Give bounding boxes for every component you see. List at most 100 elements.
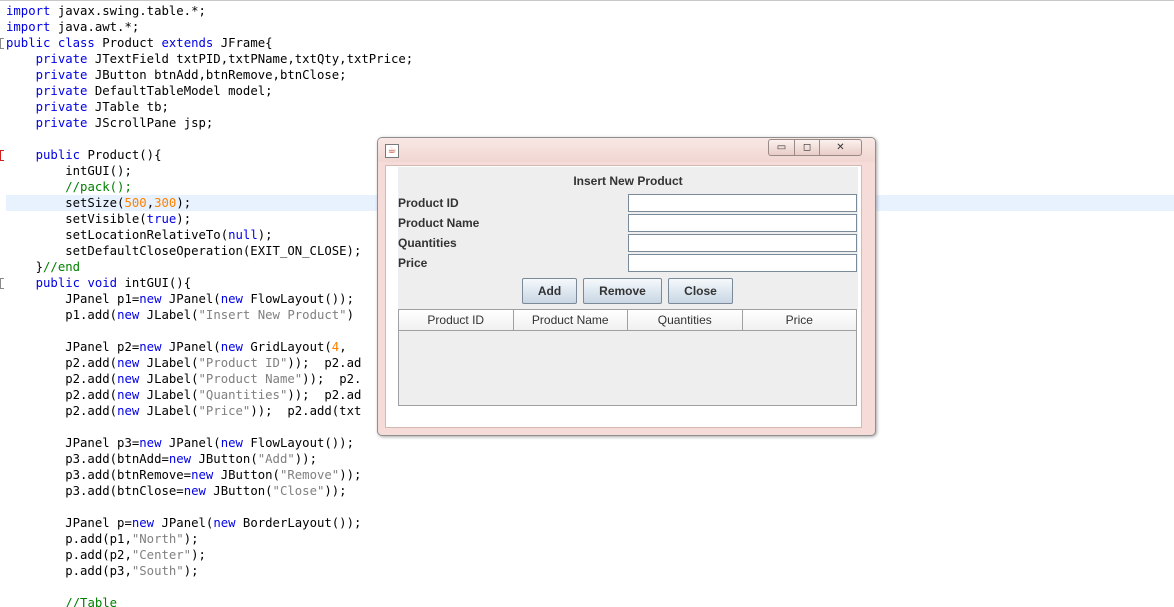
column-header-product-name[interactable]: Product Name [514, 310, 628, 330]
product-window[interactable]: ☕ ▭ ◻ ✕ Insert New Product Product ID Pr… [377, 137, 876, 436]
code-token: JButton( [191, 452, 258, 466]
code-line[interactable]: JPanel p3=new JPanel(new FlowLayout()); [6, 435, 1174, 451]
minimize-button[interactable]: ▭ [768, 139, 795, 156]
code-line[interactable]: import javax.swing.table.*; [6, 3, 1174, 19]
close-button[interactable]: Close [668, 278, 733, 304]
code-token: JLabel( [139, 356, 199, 370]
window-content: Insert New Product Product ID Product Na… [385, 165, 862, 428]
code-token: )); [324, 484, 347, 498]
code-token: "Center" [131, 548, 192, 562]
code-line[interactable]: public class Product extends JFrame{ [6, 35, 1174, 51]
code-token: new [220, 436, 243, 450]
code-token: JTable tb; [87, 100, 169, 114]
code-token: new [139, 292, 162, 306]
code-token: new [139, 436, 162, 450]
add-button[interactable]: Add [522, 278, 577, 304]
column-header-price[interactable]: Price [743, 310, 857, 330]
code-token: JPanel p= [6, 516, 132, 530]
code-token: JLabel( [139, 388, 199, 402]
code-token: JPanel( [161, 292, 221, 306]
code-token: JButton btnAdd,btnRemove,btnClose; [87, 68, 347, 82]
code-token: p3.add(btnAdd= [6, 452, 169, 466]
code-token: p.add(p2, [6, 548, 132, 562]
fold-marker-intgui[interactable] [0, 278, 4, 289]
maximize-icon: ◻ [802, 142, 812, 153]
code-line[interactable]: p3.add(btnAdd=new JButton("Add")); [6, 451, 1174, 467]
code-token: p.add(p1, [6, 532, 132, 546]
fold-marker-class[interactable] [0, 38, 4, 49]
price-field[interactable] [628, 254, 857, 272]
fold-marker-constructor[interactable] [0, 150, 4, 161]
quantities-label: Quantities [398, 236, 457, 250]
code-token: p.add(p3, [6, 564, 132, 578]
code-line[interactable]: private DefaultTableModel model; [6, 83, 1174, 99]
code-token: "Quantities" [198, 388, 288, 402]
code-token: private [35, 68, 88, 82]
column-header-product-id[interactable]: Product ID [399, 310, 514, 330]
minimize-icon: ▭ [776, 142, 787, 153]
code-token: p3.add(btnRemove= [6, 468, 192, 482]
code-token: p3.add(btnClose= [6, 484, 184, 498]
code-token: new [220, 340, 243, 354]
column-header-quantities[interactable]: Quantities [628, 310, 743, 330]
code-token: p2.add( [6, 388, 118, 402]
code-token: "Product Name" [198, 372, 303, 386]
code-line[interactable]: p.add(p1,"North"); [6, 531, 1174, 547]
code-token: new [139, 340, 162, 354]
code-token: JPanel( [161, 436, 221, 450]
code-line[interactable]: import java.awt.*; [6, 19, 1174, 35]
code-token: ); [257, 228, 273, 242]
product-table[interactable]: Product ID Product Name Quantities Price [398, 309, 857, 406]
code-token: JPanel p3= [6, 436, 140, 450]
code-token: p2.add( [6, 356, 118, 370]
code-line[interactable]: private JScrollPane jsp; [6, 115, 1174, 131]
code-token: JPanel p2= [6, 340, 140, 354]
product-name-field[interactable] [628, 214, 857, 232]
code-token: new [213, 516, 236, 530]
code-line[interactable]: p3.add(btnClose=new JButton("Close")); [6, 483, 1174, 499]
code-token: new [117, 356, 140, 370]
code-token: javax.swing.table.*; [50, 4, 206, 18]
code-line[interactable]: p3.add(btnRemove=new JButton("Remove")); [6, 467, 1174, 483]
code-token: ) [346, 308, 354, 322]
product-id-field[interactable] [628, 194, 857, 212]
window-titlebar[interactable]: ☕ ▭ ◻ ✕ [378, 138, 875, 162]
code-line[interactable]: //Table [6, 595, 1174, 607]
close-icon: ✕ [836, 142, 845, 153]
code-token: new [191, 468, 214, 482]
code-token: setSize( [6, 196, 125, 210]
code-line[interactable] [6, 499, 1174, 515]
code-line[interactable]: private JButton btnAdd,btnRemove,btnClos… [6, 67, 1174, 83]
code-token: "South" [131, 564, 184, 578]
code-token: new [117, 404, 140, 418]
table-header: Product ID Product Name Quantities Price [399, 310, 856, 331]
code-token: } [6, 260, 44, 274]
remove-button[interactable]: Remove [583, 278, 662, 304]
code-token: JButton( [213, 468, 280, 482]
code-token: new [117, 372, 140, 386]
code-token: )); p2.ad [287, 388, 362, 402]
code-token: 300 [154, 196, 177, 210]
java-app-icon[interactable]: ☕ [385, 144, 399, 158]
code-line[interactable]: private JTable tb; [6, 99, 1174, 115]
code-token: private [35, 100, 88, 114]
code-token: public [35, 148, 81, 162]
code-token: "Price" [198, 404, 251, 418]
code-token: import [6, 20, 51, 34]
code-line[interactable]: p.add(p3,"South"); [6, 563, 1174, 579]
maximize-button[interactable]: ◻ [794, 139, 820, 156]
code-line[interactable]: private JTextField txtPID,txtPName,txtQt… [6, 51, 1174, 67]
code-token: Product [94, 36, 162, 50]
code-token: ); [176, 196, 192, 210]
quantities-field[interactable] [628, 234, 857, 252]
code-line[interactable] [6, 579, 1174, 595]
code-line[interactable]: p.add(p2,"Center"); [6, 547, 1174, 563]
code-line[interactable]: JPanel p=new JPanel(new BorderLayout()); [6, 515, 1174, 531]
window-close-button[interactable]: ✕ [819, 139, 862, 156]
